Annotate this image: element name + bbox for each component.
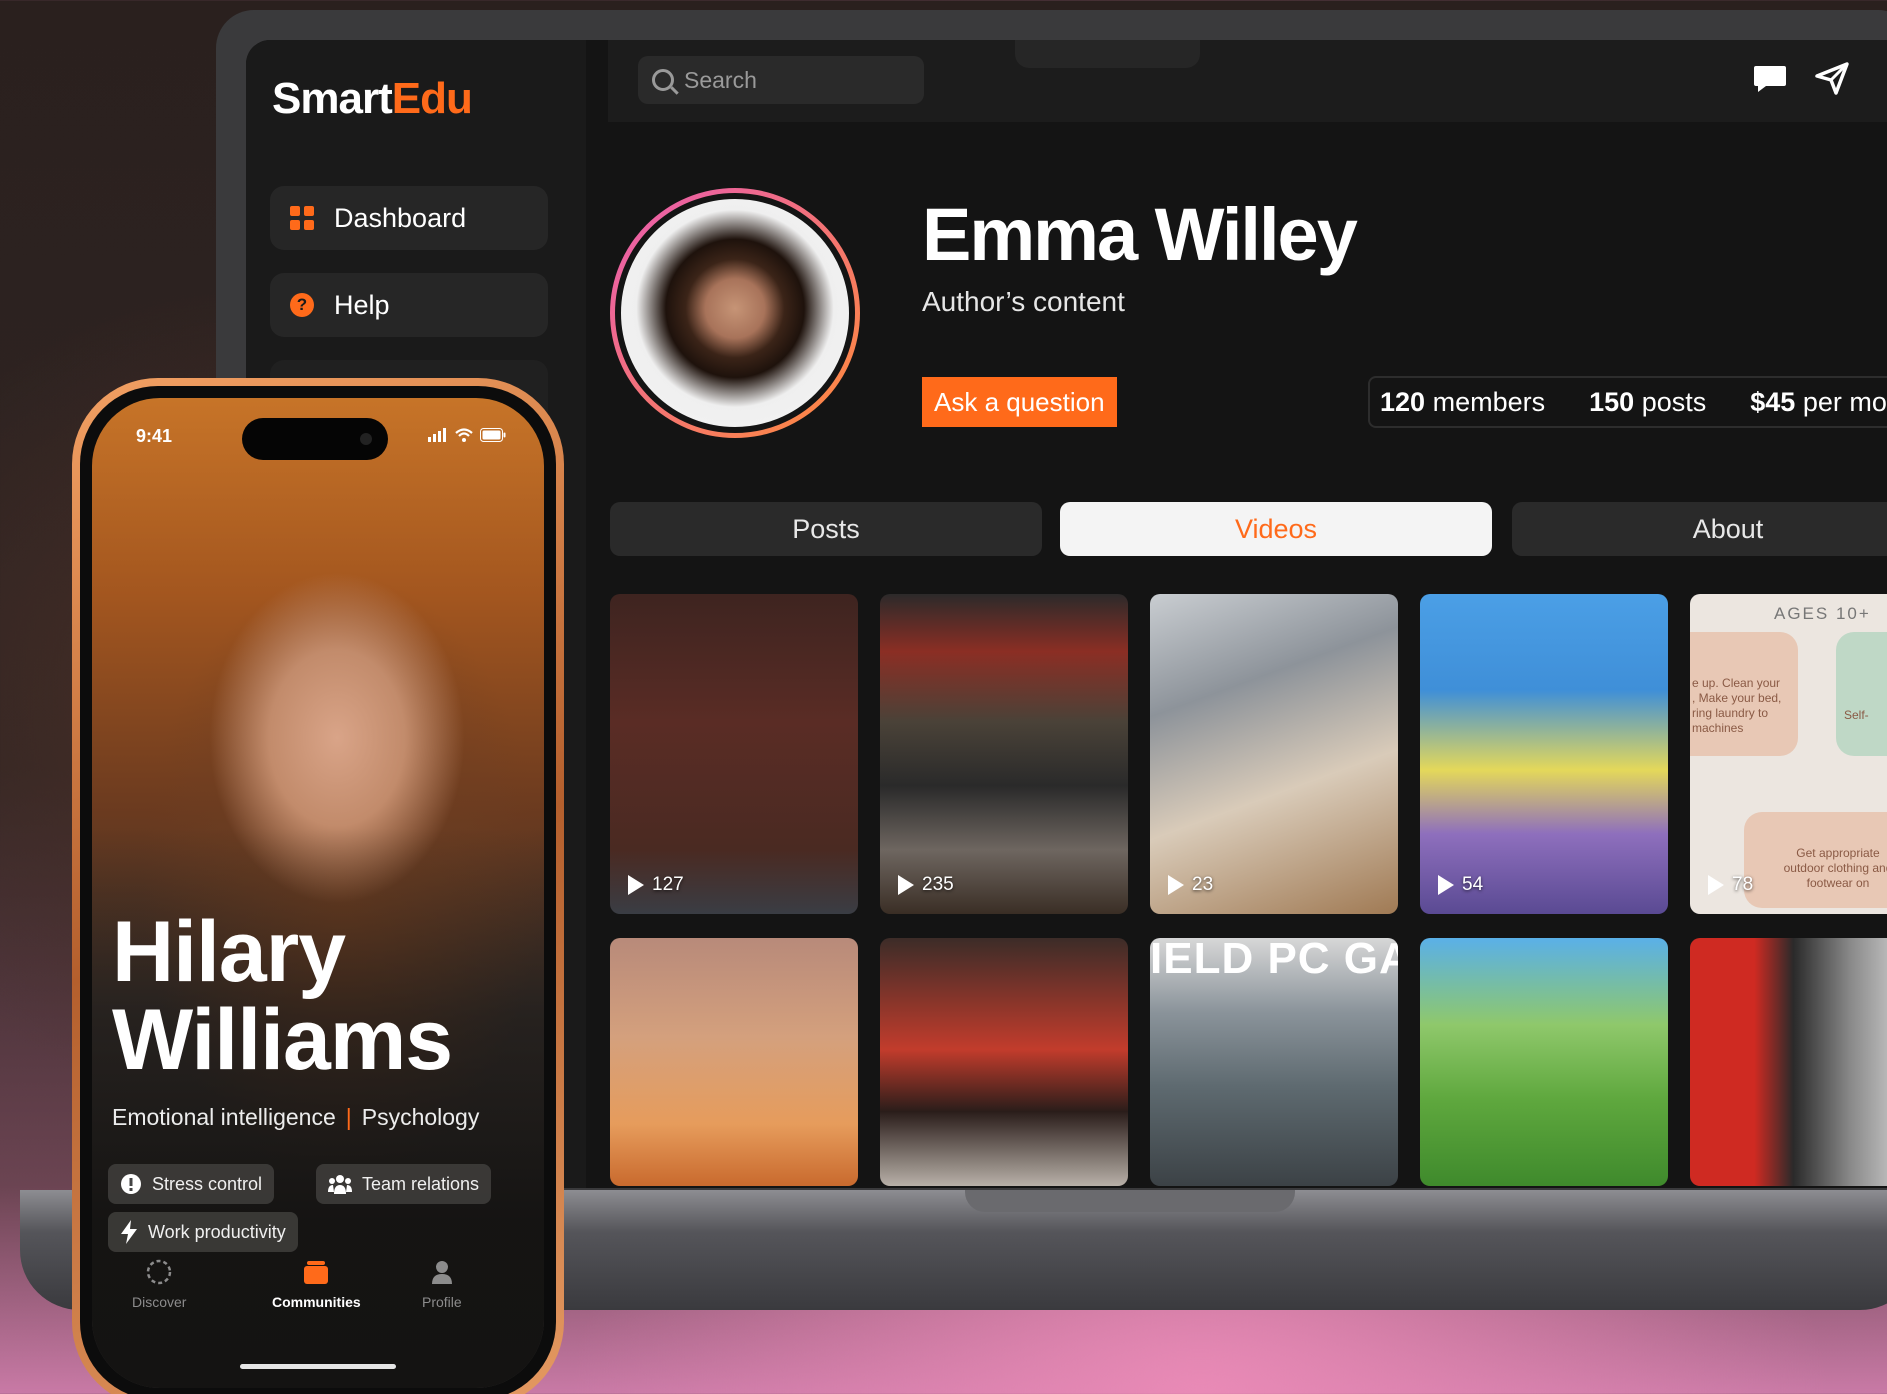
- view-count: 78: [1708, 874, 1753, 896]
- logo-smart: Smart: [272, 74, 393, 123]
- laptop-base-notch: [965, 1190, 1295, 1212]
- tab-posts[interactable]: Posts: [610, 502, 1042, 556]
- search-placeholder: Search: [684, 66, 757, 93]
- dashboard-icon: [290, 206, 314, 230]
- team-icon: [328, 1175, 352, 1194]
- stat-members: 120 members: [1380, 386, 1546, 417]
- nav-discover[interactable]: Discover: [132, 1258, 186, 1310]
- thumbnail-caption: Get appropriate outdoor clothing and foo…: [1783, 846, 1887, 890]
- play-icon: [1168, 875, 1184, 895]
- logo-edu: Edu: [391, 74, 473, 123]
- phone-bezel: 9:41 Hilary Williams Emotional intellige…: [80, 386, 556, 1394]
- video-thumbnail[interactable]: [1420, 938, 1668, 1186]
- wifi-icon: [455, 428, 473, 442]
- tag-separator: |: [345, 1104, 352, 1130]
- tab-about[interactable]: About: [1512, 502, 1887, 556]
- video-thumbnail[interactable]: IELD PC GAM: [1150, 938, 1398, 1186]
- communities-icon: [304, 1261, 329, 1284]
- alert-icon: [121, 1174, 141, 1194]
- thumbnail-heading: IELD PC GAM: [1150, 938, 1398, 983]
- view-count: 23: [1168, 874, 1213, 896]
- thumbnail-heading: AGES 10+: [1774, 604, 1871, 623]
- view-count: 235: [898, 874, 954, 896]
- signal-icon: [428, 428, 446, 442]
- view-count: 54: [1438, 874, 1483, 896]
- profile-icon: [431, 1261, 452, 1284]
- dynamic-island: [242, 418, 388, 460]
- tag: Psychology: [361, 1104, 480, 1130]
- tab-videos[interactable]: Videos: [1060, 502, 1492, 556]
- play-icon: [1708, 875, 1724, 895]
- avatar-image: [615, 193, 855, 433]
- sidebar-item-help[interactable]: ? Help: [270, 273, 548, 337]
- profile-subtitle: Author’s content: [922, 286, 1125, 317]
- video-thumbnail[interactable]: [1690, 938, 1887, 1186]
- sidebar-item-label: Help: [334, 289, 390, 320]
- thumbnail-card: e up. Clean your , Make your bed, ring l…: [1690, 632, 1798, 756]
- coach-name: Hilary Williams: [112, 904, 453, 1088]
- chip-label: Stress control: [152, 1173, 263, 1194]
- chip-label: Team relations: [362, 1173, 480, 1194]
- video-thumbnail[interactable]: [880, 938, 1128, 1186]
- profile-name: Emma Willey: [922, 193, 1358, 276]
- sidebar-item-label: Dashboard: [334, 202, 467, 233]
- play-icon: [898, 875, 914, 895]
- video-thumbnail[interactable]: 127: [610, 594, 858, 914]
- nav-profile[interactable]: Profile: [422, 1258, 462, 1310]
- discover-icon: [146, 1259, 172, 1285]
- thumbnail-card: Self-: [1836, 632, 1887, 756]
- nav-label: Discover: [132, 1294, 187, 1310]
- phone-screen: 9:41 Hilary Williams Emotional intellige…: [92, 398, 544, 1388]
- coach-first-name: Hilary: [112, 904, 346, 1000]
- ask-question-button[interactable]: Ask a question: [922, 377, 1117, 427]
- thumbnail-caption: e up. Clean your , Make your bed, ring l…: [1692, 676, 1782, 735]
- sidebar-item-dashboard[interactable]: Dashboard: [270, 186, 548, 250]
- battery-icon: [480, 428, 506, 442]
- bolt-icon: [121, 1220, 137, 1244]
- view-count: 127: [628, 874, 684, 896]
- chip-work-productivity[interactable]: Work productivity: [108, 1212, 298, 1252]
- camera-notch: [1015, 40, 1200, 68]
- video-thumbnail[interactable]: 54: [1420, 594, 1668, 914]
- nav-label: Communities: [272, 1294, 361, 1310]
- coach-tags: Emotional intelligence | Psychology: [112, 1104, 479, 1131]
- send-icon[interactable]: [1814, 60, 1850, 96]
- play-icon: [628, 875, 644, 895]
- play-icon: [1438, 875, 1454, 895]
- stats-bar: 120 members 150 posts $45 per mo: [1368, 376, 1887, 428]
- search-icon: [652, 69, 674, 91]
- status-icons: [428, 428, 506, 442]
- stat-posts: 150 posts: [1589, 386, 1707, 417]
- home-indicator: [240, 1364, 396, 1369]
- status-time: 9:41: [136, 426, 173, 446]
- chip-stress-control[interactable]: Stress control: [108, 1164, 275, 1204]
- avatar[interactable]: [610, 188, 860, 438]
- video-thumbnail[interactable]: 23: [1150, 594, 1398, 914]
- video-thumbnail[interactable]: 235: [880, 594, 1128, 914]
- coach-last-name: Williams: [112, 992, 453, 1088]
- phone-frame: 9:41 Hilary Williams Emotional intellige…: [72, 378, 564, 1394]
- chip-team-relations[interactable]: Team relations: [316, 1164, 492, 1204]
- stat-price: $45 per mo: [1750, 386, 1887, 417]
- tag: Emotional intelligence: [112, 1104, 336, 1130]
- chat-icon[interactable]: [1752, 60, 1788, 96]
- help-icon: ?: [290, 293, 314, 317]
- search-input[interactable]: Search: [638, 56, 924, 104]
- video-thumbnail[interactable]: AGES 10+ e up. Clean your , Make your be…: [1690, 594, 1887, 914]
- chip-label: Work productivity: [148, 1221, 286, 1242]
- thumbnail-card: Get appropriate outdoor clothing and foo…: [1744, 812, 1887, 908]
- nav-label: Profile: [422, 1294, 462, 1310]
- app-logo[interactable]: SmartEdu: [272, 74, 473, 124]
- video-thumbnail[interactable]: [610, 938, 858, 1186]
- nav-communities[interactable]: Communities: [272, 1258, 361, 1310]
- thumbnail-caption: Self-: [1844, 708, 1869, 722]
